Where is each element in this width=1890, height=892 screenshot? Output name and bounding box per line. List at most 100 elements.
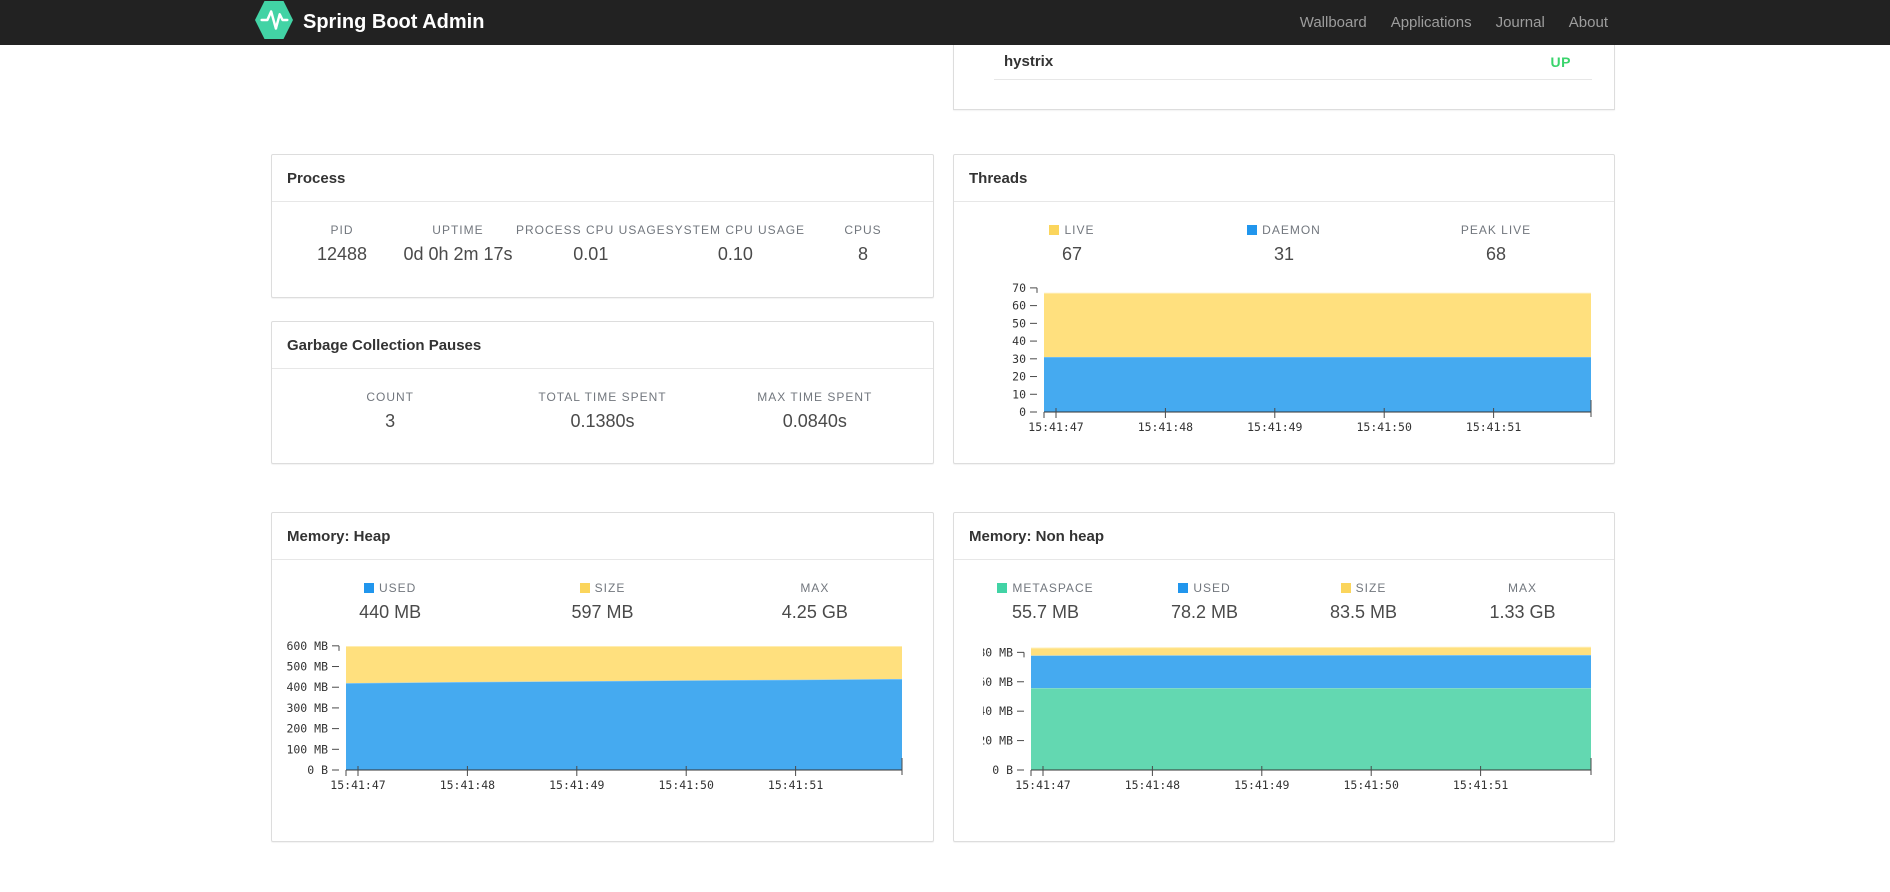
threads-area-chart: 15:41:47 15:41:48 15:41:49 15:41:50 15:41:51… (1012, 282, 1592, 434)
stat-heap-max-value: 4.25 GB (781, 602, 848, 622)
nav-link-applications[interactable]: Applications (1379, 0, 1484, 45)
stat-cpus-label: CPUS (844, 223, 882, 237)
memory-nonheap-card-title: Memory: Non heap (954, 513, 1614, 560)
stat-gc-max-time: MAX TIME SPENT 0.0840s (709, 390, 921, 432)
stat-pid-value: 12488 (316, 244, 368, 264)
stat-system-cpu: SYSTEM CPU USAGE 0.10 (666, 223, 805, 265)
spring-boot-admin-logo-icon (255, 0, 293, 46)
gc-card: Garbage Collection Pauses COUNT 3 TOTAL … (271, 321, 934, 464)
svg-text:10: 10 (1012, 387, 1026, 401)
heap-used-legend-swatch (363, 583, 374, 593)
svg-text:15:41:48: 15:41:48 (1125, 778, 1180, 792)
stat-threads-peak-label: PEAK LIVE (1460, 223, 1532, 237)
health-card: hystrix UP (953, 45, 1615, 110)
memory-heap-area-chart: 15:41:47 15:41:48 15:41:49 15:41:50 15:41:51… (286, 640, 903, 792)
heap-size-legend-swatch (579, 583, 590, 593)
stat-nonheap-size: SIZE 83.5 MB (1284, 581, 1443, 623)
svg-text:70: 70 (1012, 282, 1026, 295)
svg-text:15:41:47: 15:41:47 (330, 778, 385, 792)
svg-text:15:41:48: 15:41:48 (1138, 420, 1193, 434)
svg-text:20: 20 (1012, 370, 1026, 384)
stat-nonheap-used: USED 78.2 MB (1125, 581, 1284, 623)
metaspace-legend-swatch (997, 583, 1008, 593)
svg-text:15:41:50: 15:41:50 (1357, 420, 1412, 434)
stat-threads-daemon-value: 31 (1273, 244, 1295, 264)
stat-threads-live-value: 67 (1061, 244, 1083, 264)
svg-text:15:41:51: 15:41:51 (1466, 420, 1521, 434)
stat-nonheap-max-label: MAX (1507, 581, 1537, 595)
svg-text:15:41:48: 15:41:48 (440, 778, 495, 792)
brand[interactable]: Spring Boot Admin (255, 0, 484, 45)
svg-text:500 MB: 500 MB (286, 660, 328, 674)
brand-title: Spring Boot Admin (303, 11, 485, 33)
stat-heap-max-label: MAX (800, 581, 830, 595)
threads-card: Threads LIVE 67 DAEMON 31 PEAK LIVE 68 1… (953, 154, 1615, 464)
stat-system-cpu-value: 0.10 (717, 244, 753, 264)
svg-text:15:41:49: 15:41:49 (1234, 778, 1289, 792)
gc-card-title: Garbage Collection Pauses (272, 322, 933, 369)
gc-stats: COUNT 3 TOTAL TIME SPENT 0.1380s MAX TIM… (272, 390, 933, 432)
memory-nonheap-card: Memory: Non heap METASPACE 55.7 MB USED … (953, 512, 1615, 842)
threads-card-title: Threads (954, 155, 1614, 202)
process-stats: PID 12488 UPTIME 0d 0h 2m 17s PROCESS CP… (272, 223, 933, 265)
stat-system-cpu-label: SYSTEM CPU USAGE (665, 223, 806, 237)
health-row-divider (994, 79, 1592, 80)
stat-gc-total-time-label: TOTAL TIME SPENT (538, 390, 667, 404)
stat-heap-size-value: 597 MB (571, 602, 634, 622)
nav-link-about[interactable]: About (1557, 0, 1620, 45)
stat-cpus-value: 8 (858, 244, 869, 264)
nonheap-size-legend-swatch (1340, 583, 1351, 593)
stat-threads-daemon-label: DAEMON (1178, 223, 1390, 237)
stat-threads-daemon: DAEMON 31 (1178, 223, 1390, 265)
svg-text:400 MB: 400 MB (286, 680, 328, 694)
stat-cpus: CPUS 8 (805, 223, 921, 265)
stat-metaspace-value: 55.7 MB (1011, 602, 1080, 622)
nav-link-journal[interactable]: Journal (1484, 0, 1557, 45)
stat-heap-max: MAX 4.25 GB (709, 581, 921, 623)
stat-metaspace-label: METASPACE (966, 581, 1125, 595)
heap-stats: USED 440 MB SIZE 597 MB MAX 4.25 GB (272, 581, 933, 623)
stat-heap-used: USED 440 MB (284, 581, 496, 623)
svg-text:100 MB: 100 MB (286, 742, 328, 756)
stat-gc-max-time-value: 0.0840s (782, 411, 847, 431)
svg-text:0: 0 (1019, 405, 1026, 419)
stat-gc-total-time-value: 0.1380s (570, 411, 635, 431)
svg-text:200 MB: 200 MB (286, 722, 328, 736)
stat-nonheap-used-label: USED (1125, 581, 1284, 595)
memory-nonheap-area-chart: 15:41:47 15:41:48 15:41:49 15:41:50 15:41:51… (983, 645, 1592, 792)
nonheap-used-legend-swatch (1178, 583, 1189, 593)
stat-gc-total-time: TOTAL TIME SPENT 0.1380s (496, 390, 708, 432)
svg-text:15:41:49: 15:41:49 (1247, 420, 1302, 434)
svg-text:80 MB: 80 MB (983, 645, 1013, 659)
stat-uptime: UPTIME 0d 0h 2m 17s (400, 223, 516, 265)
nonheap-stats: METASPACE 55.7 MB USED 78.2 MB SIZE 83.5… (954, 581, 1614, 623)
stat-uptime-label: UPTIME (432, 223, 484, 237)
svg-text:15:41:49: 15:41:49 (549, 778, 604, 792)
threads-stats: LIVE 67 DAEMON 31 PEAK LIVE 68 (954, 223, 1614, 265)
live-legend-swatch (1049, 225, 1060, 235)
svg-text:0 B: 0 B (307, 763, 328, 777)
health-status-badge: UP (1550, 53, 1571, 70)
nav-links: Wallboard Applications Journal About (1288, 0, 1620, 45)
stat-nonheap-max-value: 1.33 GB (1489, 602, 1556, 622)
svg-text:30: 30 (1012, 352, 1026, 366)
svg-text:50: 50 (1012, 316, 1026, 330)
svg-text:60: 60 (1012, 299, 1026, 313)
stat-gc-count-label: COUNT (366, 390, 414, 404)
top-navbar: Spring Boot Admin Wallboard Applications… (0, 0, 1890, 45)
svg-text:300 MB: 300 MB (286, 701, 328, 715)
stat-threads-live-label: LIVE (966, 223, 1178, 237)
nav-link-wallboard[interactable]: Wallboard (1288, 0, 1379, 45)
stat-nonheap-max: MAX 1.33 GB (1443, 581, 1602, 623)
stat-uptime-value: 0d 0h 2m 17s (403, 244, 513, 264)
daemon-legend-swatch (1247, 225, 1258, 235)
stat-heap-used-value: 440 MB (359, 602, 422, 622)
stat-nonheap-size-value: 83.5 MB (1329, 602, 1398, 622)
svg-text:60 MB: 60 MB (983, 675, 1013, 689)
svg-text:40 MB: 40 MB (983, 704, 1013, 718)
stat-pid: PID 12488 (284, 223, 400, 265)
stat-process-cpu: PROCESS CPU USAGE 0.01 (516, 223, 666, 265)
svg-text:15:41:51: 15:41:51 (768, 778, 823, 792)
stat-metaspace: METASPACE 55.7 MB (966, 581, 1125, 623)
stat-gc-count-value: 3 (385, 411, 396, 431)
